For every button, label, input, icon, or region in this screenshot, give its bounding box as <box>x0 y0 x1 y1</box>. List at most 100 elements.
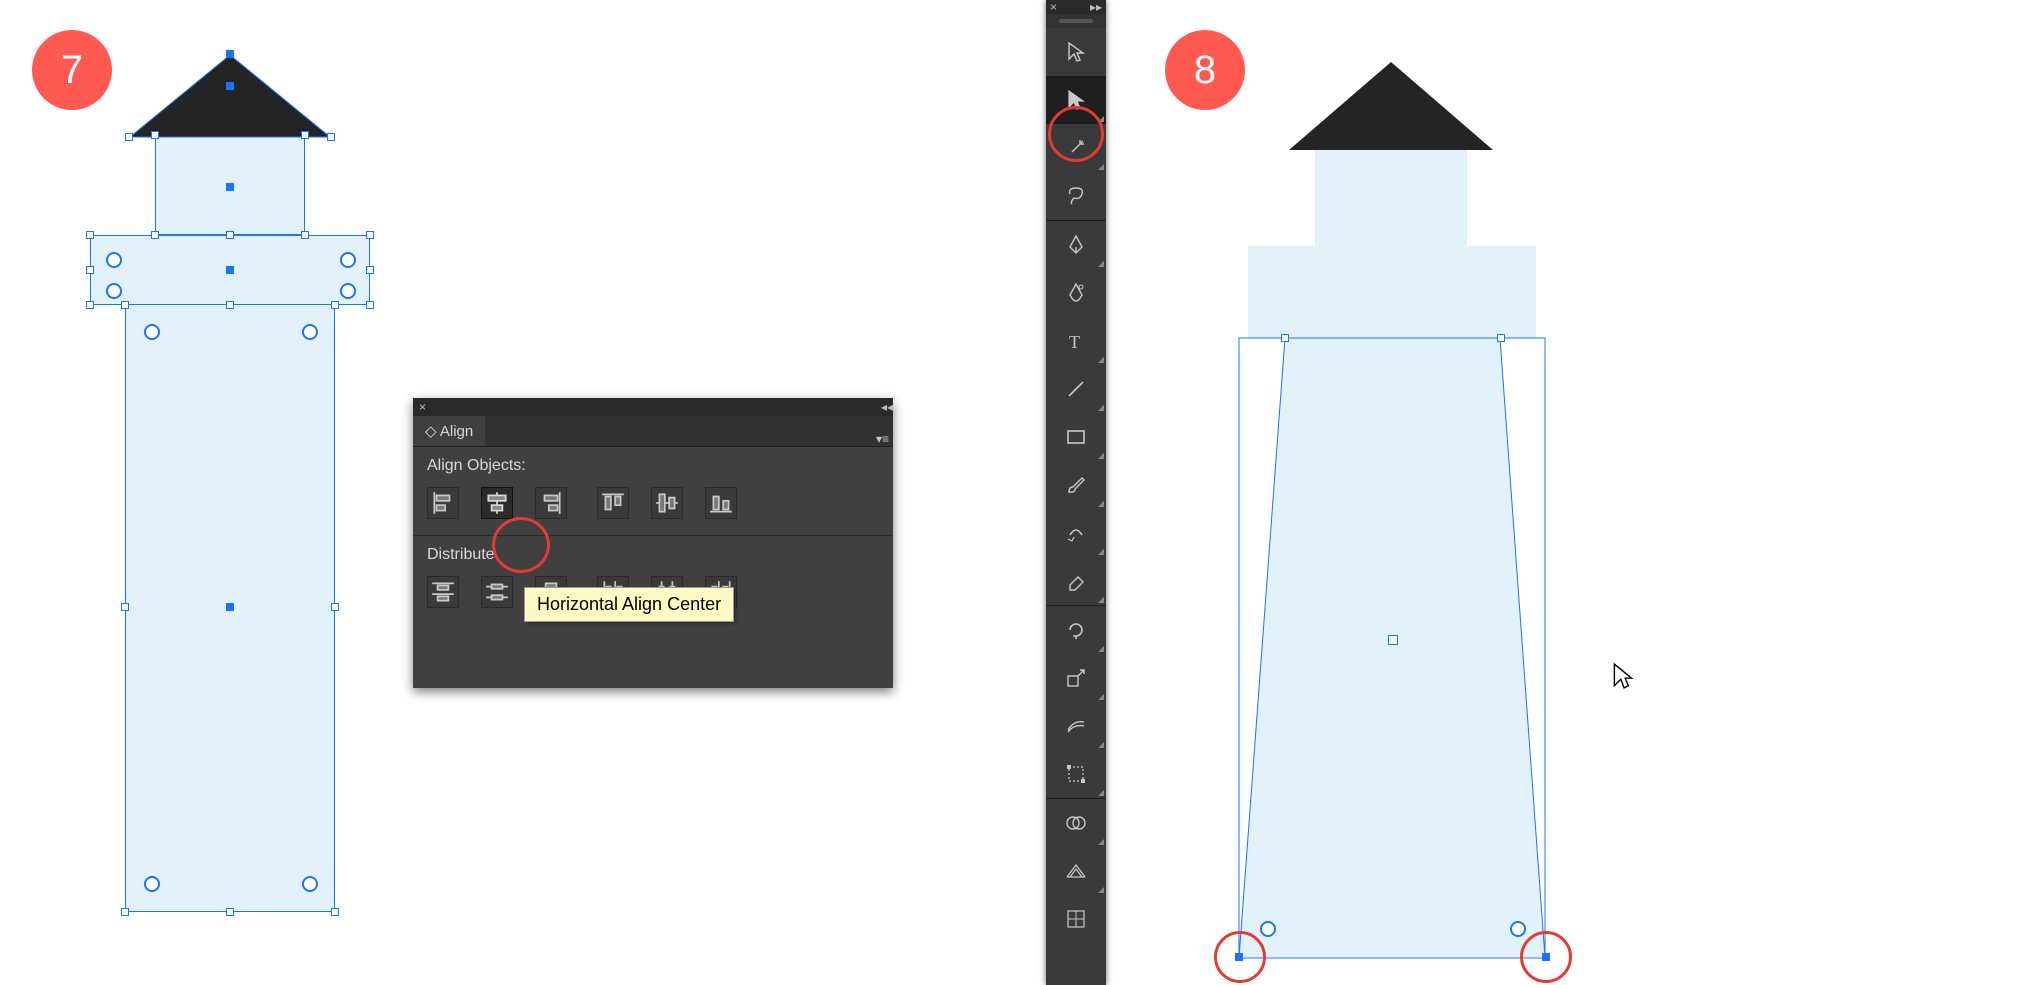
width-tool[interactable] <box>1046 702 1106 750</box>
roof-selection-outline <box>128 53 334 139</box>
flyout-indicator-icon <box>1098 694 1104 700</box>
anchor-highlight-left <box>1214 931 1266 983</box>
shaper-tool[interactable] <box>1046 509 1106 557</box>
anchor-highlight-right <box>1520 931 1572 983</box>
live-corner-widget[interactable] <box>106 283 122 299</box>
step-badge-8: 8 <box>1165 30 1245 110</box>
align-h-center-highlight <box>492 517 550 573</box>
handle[interactable] <box>366 231 374 239</box>
align-right-button[interactable] <box>535 487 567 519</box>
handle[interactable] <box>86 301 94 309</box>
align-top-button[interactable] <box>597 487 629 519</box>
live-corner-widget[interactable] <box>302 324 318 340</box>
flyout-indicator-icon <box>1098 597 1104 603</box>
step-badge-7: 7 <box>32 30 112 110</box>
align-left-button[interactable] <box>427 487 459 519</box>
close-icon[interactable]: × <box>419 400 426 414</box>
mesh-tool[interactable] <box>1046 895 1106 943</box>
handle[interactable] <box>151 131 159 139</box>
align-v-center-button[interactable] <box>651 487 683 519</box>
free-transform-tool[interactable] <box>1046 750 1106 798</box>
svg-text:T: T <box>1069 332 1080 352</box>
direct-selection-highlight <box>1048 106 1104 162</box>
selection-tool[interactable] <box>1046 28 1106 76</box>
handle[interactable] <box>226 50 234 58</box>
figure-container: { "figure": { "width": 2040, "height": 9… <box>0 0 2040 985</box>
panel-header[interactable]: × ◂◂ <box>413 398 893 416</box>
handle[interactable] <box>121 301 129 309</box>
handle[interactable] <box>226 231 234 239</box>
live-corner-widget[interactable] <box>340 252 356 268</box>
curvature-tool[interactable] <box>1046 269 1106 317</box>
toolbar-header[interactable]: × ▸▸ <box>1046 0 1106 14</box>
handle[interactable] <box>331 301 339 309</box>
type-tool[interactable]: T <box>1046 317 1106 365</box>
toolbar-grip[interactable] <box>1046 14 1106 28</box>
handle[interactable] <box>86 266 94 274</box>
handle[interactable] <box>226 301 234 309</box>
balcony-shape-right <box>1248 246 1536 338</box>
align-objects-row <box>413 483 893 533</box>
rectangle-tool[interactable] <box>1046 413 1106 461</box>
tab-label: Align <box>440 423 473 440</box>
tab-align[interactable]: ◇ Align <box>413 416 485 446</box>
handle[interactable] <box>1497 334 1505 342</box>
handle[interactable] <box>151 231 159 239</box>
flyout-indicator-icon <box>1098 887 1104 893</box>
tooltip-align-h-center: Horizontal Align Center <box>524 587 734 622</box>
live-corner-widget[interactable] <box>340 283 356 299</box>
align-h-center-button[interactable] <box>481 487 513 519</box>
flyout-indicator-icon <box>1098 453 1104 459</box>
handle[interactable] <box>226 183 234 191</box>
flyout-indicator-icon <box>1098 261 1104 267</box>
panel-menu-icon[interactable]: ▾≡ <box>876 432 889 446</box>
dist-v-center-button[interactable] <box>481 576 513 608</box>
live-corner-widget[interactable] <box>144 324 160 340</box>
handle[interactable] <box>226 908 234 916</box>
expand-icon[interactable]: ▸▸ <box>1090 0 1102 14</box>
handle[interactable] <box>366 266 374 274</box>
collapse-icon[interactable]: ◂◂ <box>881 400 893 414</box>
handle[interactable] <box>226 266 234 274</box>
handle[interactable] <box>1281 334 1289 342</box>
handle[interactable] <box>226 603 234 611</box>
handle[interactable] <box>125 133 133 141</box>
live-corner-widget[interactable] <box>1510 921 1526 937</box>
live-corner-widget[interactable] <box>302 876 318 892</box>
trapezoid-selection <box>1238 337 1548 962</box>
handle[interactable] <box>301 231 309 239</box>
handle[interactable] <box>366 301 374 309</box>
step-number: 8 <box>1194 48 1216 93</box>
align-objects-label: Align Objects: <box>413 447 893 483</box>
handle[interactable] <box>301 131 309 139</box>
align-panel[interactable]: × ◂◂ ◇ Align ▾≡ Align Objects: Distribut… <box>413 398 893 688</box>
dist-top-button[interactable] <box>427 576 459 608</box>
tooltip-text: Horizontal Align Center <box>537 594 721 614</box>
handle[interactable] <box>226 82 234 90</box>
handle[interactable] <box>331 908 339 916</box>
scale-tool[interactable] <box>1046 654 1106 702</box>
handle[interactable] <box>86 231 94 239</box>
center-handle[interactable] <box>1388 635 1398 645</box>
flyout-indicator-icon <box>1098 839 1104 845</box>
live-corner-widget[interactable] <box>144 876 160 892</box>
align-bottom-button[interactable] <box>705 487 737 519</box>
paintbrush-tool[interactable] <box>1046 461 1106 509</box>
eraser-tool[interactable] <box>1046 557 1106 605</box>
align-horizontal-group <box>427 487 567 519</box>
live-corner-widget[interactable] <box>106 252 122 268</box>
perspective-grid-tool[interactable] <box>1046 847 1106 895</box>
handle[interactable] <box>327 133 335 141</box>
shape-builder-tool[interactable] <box>1046 799 1106 847</box>
flyout-indicator-icon <box>1098 742 1104 748</box>
flyout-indicator-icon <box>1098 646 1104 652</box>
handle[interactable] <box>121 908 129 916</box>
live-corner-widget[interactable] <box>1260 921 1276 937</box>
lasso-tool[interactable] <box>1046 172 1106 220</box>
handle[interactable] <box>331 603 339 611</box>
rotate-tool[interactable] <box>1046 606 1106 654</box>
pen-tool[interactable] <box>1046 221 1106 269</box>
close-icon[interactable]: × <box>1050 0 1057 14</box>
line-segment-tool[interactable] <box>1046 365 1106 413</box>
handle[interactable] <box>121 603 129 611</box>
